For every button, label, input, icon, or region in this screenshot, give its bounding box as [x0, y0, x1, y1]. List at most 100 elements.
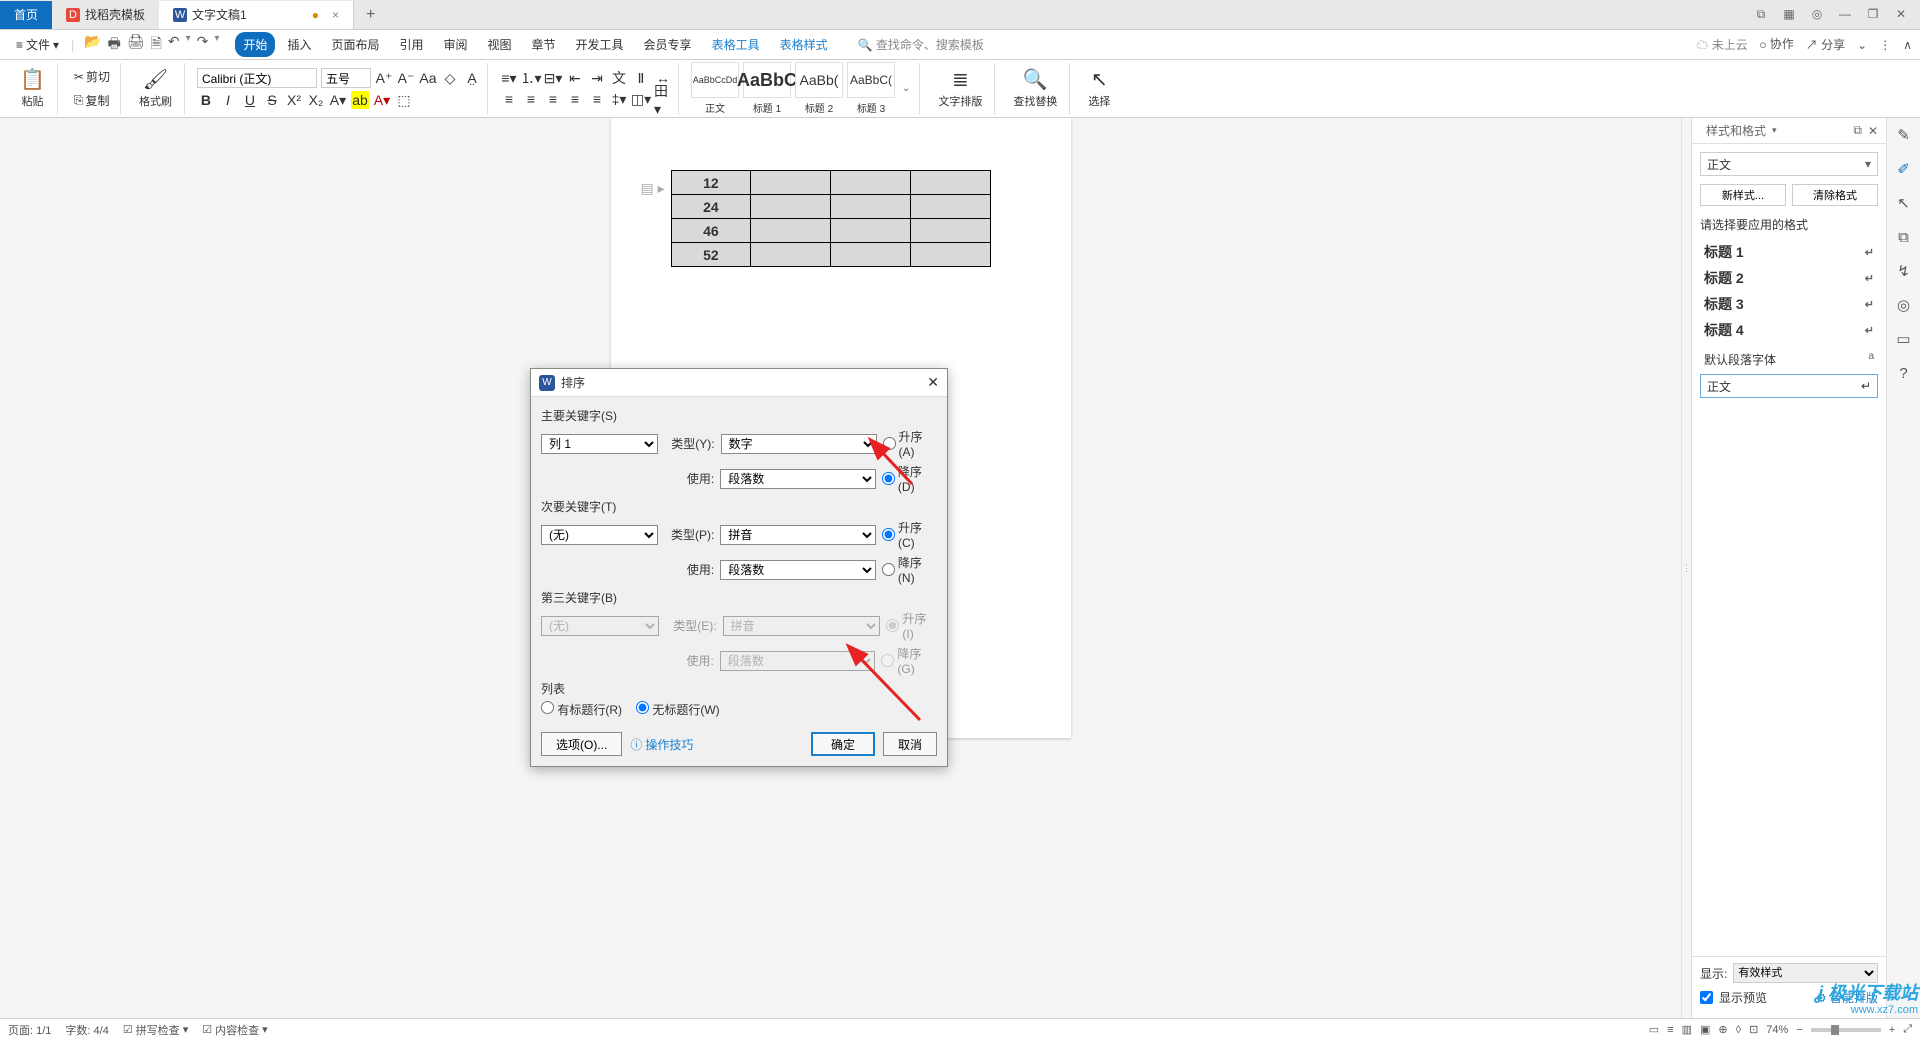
align-right-button[interactable]: ≡	[544, 90, 562, 108]
increase-indent-button[interactable]: ⇥	[588, 69, 606, 87]
view-page-icon[interactable]: ▭	[1649, 1023, 1659, 1036]
secondary-key-select[interactable]: (无)	[541, 525, 658, 545]
minimize-button[interactable]: —	[1836, 7, 1854, 22]
status-words[interactable]: 字数: 4/4	[65, 1022, 108, 1038]
copy-button[interactable]: ⎘ 复制	[70, 90, 114, 111]
menu-references[interactable]: 引用	[391, 32, 431, 57]
char-border-button[interactable]: ⬚	[395, 91, 413, 109]
fullscreen-icon[interactable]: ⤢	[1903, 1023, 1912, 1036]
style-item-h4[interactable]: 标题 4↵	[1700, 317, 1878, 343]
secondary-asc-radio[interactable]: 升序(C)	[882, 519, 937, 550]
more-menu-icon[interactable]: ⋮	[1879, 38, 1891, 52]
panel-close-icon[interactable]: ✕	[1868, 124, 1878, 138]
primary-use-select[interactable]: 段落数	[720, 469, 876, 489]
phonetic-icon[interactable]: A̤	[463, 69, 481, 87]
text-direction-button[interactable]: 文	[610, 69, 628, 87]
smart-layout-link[interactable]: ⚙ 智能排版	[1816, 989, 1878, 1006]
zoom-in-button[interactable]: +	[1889, 1024, 1895, 1036]
menu-table-tools[interactable]: 表格工具	[704, 32, 768, 57]
tool-location-icon[interactable]: ◎	[1893, 294, 1915, 316]
bold-button[interactable]: B	[197, 91, 215, 109]
status-page[interactable]: 页面: 1/1	[8, 1022, 51, 1038]
text-layout-button[interactable]: ≣文字排版	[932, 67, 988, 111]
superscript-button[interactable]: X²	[285, 91, 303, 109]
style-preview-h1[interactable]: AaBbC	[743, 62, 791, 98]
command-search[interactable]: 🔍 查找命令、搜索模板	[858, 36, 984, 53]
primary-desc-radio[interactable]: 降序(D)	[882, 463, 937, 494]
preview-checkbox[interactable]	[1700, 991, 1713, 1004]
collapse-ribbon-icon[interactable]: ∧	[1903, 38, 1912, 52]
page-handle-icon[interactable]: ▤ ▸	[641, 180, 665, 197]
tool-styles-icon[interactable]: ✐	[1893, 158, 1915, 180]
ok-button[interactable]: 确定	[811, 732, 875, 756]
undo-icon[interactable]: ↶	[168, 33, 180, 57]
current-style-select[interactable]: 正文▾	[1700, 152, 1878, 176]
tool-select-icon[interactable]: ↖	[1893, 192, 1915, 214]
tips-link[interactable]: ⓘ 操作技巧	[630, 736, 693, 753]
highlight-button[interactable]: ab	[351, 91, 369, 109]
find-replace-button[interactable]: 🔍查找替换	[1007, 67, 1063, 111]
share-caret-icon[interactable]: ⌄	[1857, 38, 1867, 52]
bullets-button[interactable]: ≡▾	[500, 69, 518, 87]
status-spellcheck[interactable]: ☑ 拼写检查 ▾	[123, 1022, 188, 1038]
style-preview-h3[interactable]: AaBbC(	[847, 62, 895, 98]
document-viewport[interactable]: ▤ ▸ 12 24 46 52 W 排序 ✕ 主要关键字(S) 列 1 类型(Y…	[0, 118, 1681, 1018]
style-preview-h2[interactable]: AaBb(	[795, 62, 843, 98]
menu-page-layout[interactable]: 页面布局	[323, 32, 387, 57]
tab-document[interactable]: W 文字文稿1 ● ×	[159, 1, 354, 29]
align-center-button[interactable]: ≡	[522, 90, 540, 108]
view-web-icon[interactable]: ▥	[1682, 1023, 1692, 1036]
view-read-icon[interactable]: ▣	[1700, 1023, 1710, 1036]
secondary-use-select[interactable]: 段落数	[720, 560, 876, 580]
tool-help-icon[interactable]: ?	[1893, 362, 1915, 384]
align-distribute-button[interactable]: ≡	[588, 90, 606, 108]
tool-beautify-icon[interactable]: ✎	[1893, 124, 1915, 146]
options-button[interactable]: 选项(O)...	[541, 732, 622, 756]
tab-close-icon[interactable]: ×	[332, 8, 339, 22]
tab-new[interactable]: +	[354, 6, 387, 24]
zoom-out-button[interactable]: −	[1796, 1024, 1802, 1036]
secondary-desc-radio[interactable]: 降序(N)	[882, 554, 937, 585]
char-spacing-button[interactable]: Ⅱ	[632, 69, 650, 87]
change-case-icon[interactable]: Aa	[419, 69, 437, 87]
multilevel-button[interactable]: ⊟▾	[544, 69, 562, 87]
layout-toggle-icon[interactable]: ⧉	[1752, 7, 1770, 22]
close-window-button[interactable]: ✕	[1892, 7, 1910, 22]
print-preview-icon[interactable]: 🖨	[127, 33, 145, 57]
increase-font-icon[interactable]: A⁺	[375, 69, 393, 87]
menu-start[interactable]: 开始	[235, 32, 275, 57]
align-justify-button[interactable]: ≡	[566, 90, 584, 108]
shading-button[interactable]: ◫▾	[632, 90, 650, 108]
strike-button[interactable]: S	[263, 91, 281, 109]
paste-button[interactable]: 📋粘贴	[14, 67, 51, 111]
numbering-button[interactable]: ⒈▾	[522, 69, 540, 87]
font-size-select[interactable]	[321, 68, 371, 88]
panel-collapse-handle[interactable]: ⋮	[1681, 118, 1691, 1018]
show-filter-select[interactable]: 有效样式	[1733, 963, 1878, 983]
zoom-value[interactable]: 74%	[1766, 1024, 1788, 1036]
zoom-slider[interactable]	[1811, 1028, 1881, 1032]
menu-sections[interactable]: 章节	[524, 32, 564, 57]
underline-button[interactable]: U	[241, 91, 259, 109]
status-contentcheck[interactable]: ☑ 内容检查 ▾	[202, 1022, 267, 1038]
primary-type-select[interactable]: 数字	[721, 434, 877, 454]
align-left-button[interactable]: ≡	[500, 90, 518, 108]
view-globe-icon[interactable]: ⊕	[1718, 1023, 1727, 1036]
menu-insert[interactable]: 插入	[279, 32, 319, 57]
apps-grid-icon[interactable]: ▦	[1780, 7, 1798, 22]
menu-table-styles[interactable]: 表格样式	[772, 32, 836, 57]
zoom-fit-icon[interactable]: ⊡	[1749, 1023, 1758, 1036]
decrease-font-icon[interactable]: A⁻	[397, 69, 415, 87]
style-item-h2[interactable]: 标题 2↵	[1700, 265, 1878, 291]
cloud-status[interactable]: ☁ 未上云	[1696, 36, 1747, 53]
secondary-type-select[interactable]: 拼音	[720, 525, 876, 545]
primary-key-select[interactable]: 列 1	[541, 434, 658, 454]
style-item-h1[interactable]: 标题 1↵	[1700, 239, 1878, 265]
view-outline-icon[interactable]: ≡	[1667, 1024, 1673, 1036]
font-color-button[interactable]: A▾	[373, 91, 391, 109]
no-header-radio[interactable]: 无标题行(W)	[636, 701, 720, 718]
font-name-select[interactable]	[197, 68, 317, 88]
tab-template[interactable]: D 找稻壳模板	[52, 1, 159, 29]
cut-button[interactable]: ✂ 剪切	[70, 66, 114, 87]
style-preview-body[interactable]: AaBbCcDd	[691, 62, 739, 98]
